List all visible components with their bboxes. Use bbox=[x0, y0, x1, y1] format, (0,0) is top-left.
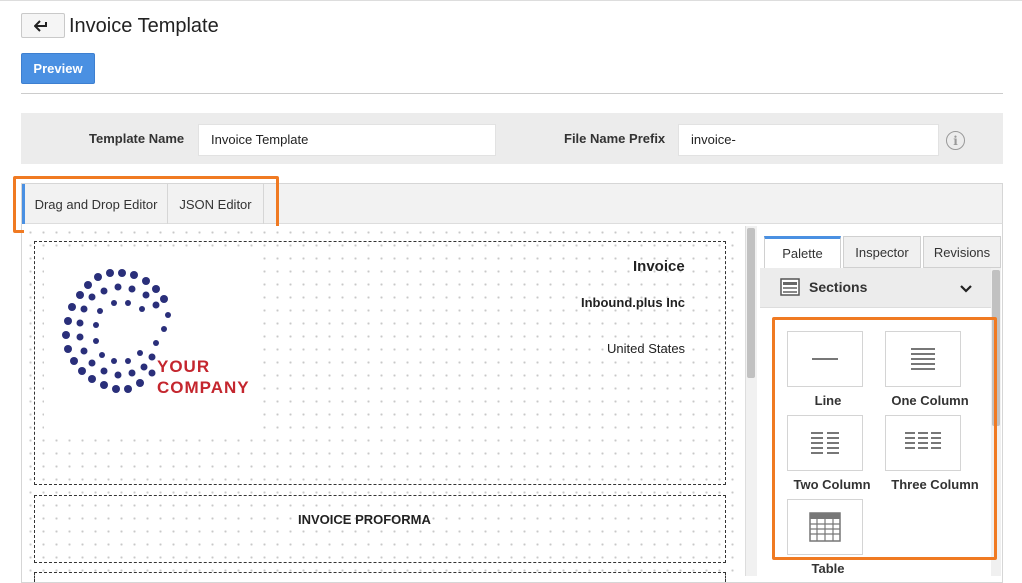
table-icon bbox=[809, 512, 841, 542]
tab-json-editor[interactable]: JSON Editor bbox=[168, 184, 264, 224]
company-logo: YOUR COMPANY bbox=[44, 251, 262, 435]
one-column-icon bbox=[911, 348, 935, 370]
palette-three-column-label: Three Column bbox=[891, 477, 979, 492]
file-prefix-input[interactable]: invoice- bbox=[678, 124, 939, 156]
sections-group-header[interactable]: Sections bbox=[760, 268, 991, 308]
next-section[interactable] bbox=[34, 572, 726, 582]
logo-text-your: YOUR bbox=[157, 357, 211, 376]
canvas-scrollbar-thumb[interactable] bbox=[747, 228, 755, 378]
file-prefix-label: File Name Prefix bbox=[564, 131, 666, 146]
page-title: Invoice Template bbox=[69, 15, 219, 37]
palette-table-label: Table bbox=[811, 561, 845, 576]
palette-three-column-tile[interactable] bbox=[885, 415, 961, 471]
palette-one-column-label: One Column bbox=[891, 393, 969, 408]
sections-icon bbox=[780, 278, 800, 296]
back-arrow-icon bbox=[34, 19, 47, 32]
palette-two-column-tile[interactable] bbox=[787, 415, 863, 471]
palette-one-column-tile[interactable] bbox=[885, 331, 961, 387]
proforma-section[interactable] bbox=[34, 495, 726, 563]
palette-table-tile[interactable] bbox=[787, 499, 863, 555]
palette-scrollbar-thumb[interactable] bbox=[992, 270, 1000, 426]
logo-globe-icon bbox=[62, 269, 171, 393]
invoice-title: Invoice bbox=[633, 258, 685, 275]
three-column-icon bbox=[905, 432, 941, 449]
tab-drag-and-drop-editor[interactable]: Drag and Drop Editor bbox=[22, 184, 168, 224]
palette-line-label: Line bbox=[814, 393, 842, 408]
company-country: United States bbox=[607, 341, 686, 356]
header-divider bbox=[21, 93, 1003, 94]
proforma-title: INVOICE PROFORMA bbox=[298, 512, 431, 527]
back-button[interactable] bbox=[21, 13, 65, 38]
tab-revisions[interactable]: Revisions bbox=[923, 236, 1001, 268]
palette-two-column-label: Two Column bbox=[793, 477, 871, 492]
top-border bbox=[0, 0, 1022, 1]
sections-label: Sections bbox=[809, 279, 868, 295]
template-name-label: Template Name bbox=[89, 131, 185, 146]
chevron-down-icon[interactable] bbox=[959, 284, 973, 294]
template-name-input[interactable]: Invoice Template bbox=[198, 124, 496, 156]
logo-text-company: COMPANY bbox=[157, 378, 250, 397]
tab-inspector[interactable]: Inspector bbox=[843, 236, 921, 268]
palette-line-tile[interactable] bbox=[787, 331, 863, 387]
two-column-icon bbox=[811, 432, 839, 454]
line-icon bbox=[812, 358, 838, 360]
company-name: Inbound.plus Inc bbox=[581, 295, 685, 310]
editor-tabbar: Drag and Drop Editor JSON Editor bbox=[21, 183, 1003, 224]
preview-button[interactable]: Preview bbox=[21, 53, 95, 84]
info-icon[interactable]: i bbox=[946, 131, 965, 150]
tab-palette[interactable]: Palette bbox=[764, 236, 841, 268]
